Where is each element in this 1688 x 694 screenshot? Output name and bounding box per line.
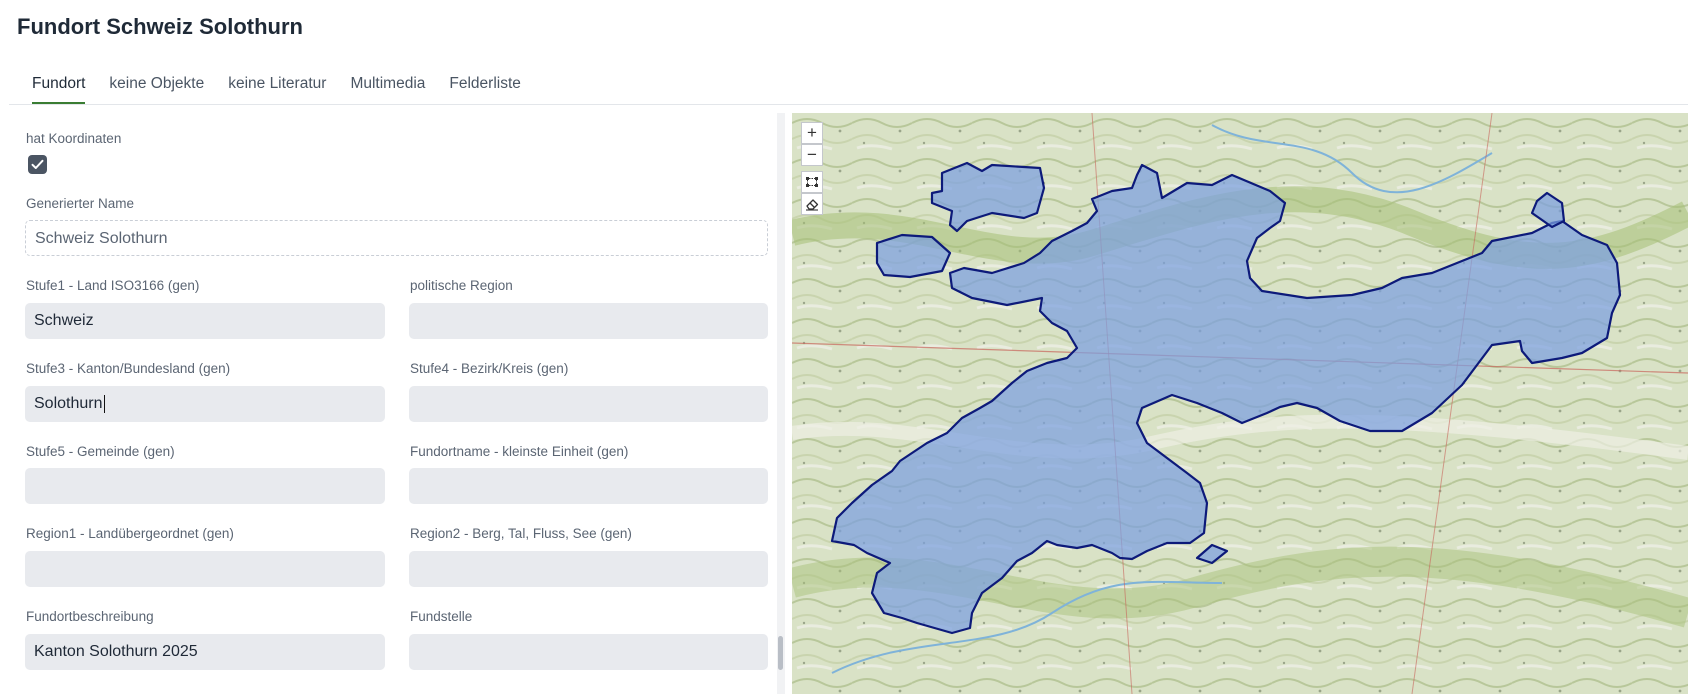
description-field[interactable]: Kanton Solothurn 2025 [25,634,385,670]
description-label: Fundortbeschreibung [26,609,154,624]
tab-multimedia[interactable]: Multimedia [338,66,437,104]
region1-label: Region1 - Landübergeordnet (gen) [26,526,234,541]
eraser-icon [806,198,819,211]
draw-polygon-button[interactable] [801,171,823,193]
tab-literatur[interactable]: keine Literatur [216,66,338,104]
form-scrollbar[interactable] [777,113,785,694]
region2-label: Region2 - Berg, Tal, Fluss, See (gen) [410,526,632,541]
site-name-field[interactable] [409,468,768,504]
level1-field[interactable]: Schweiz [25,303,385,339]
region1-field[interactable] [25,551,385,587]
level1-label: Stufe1 - Land ISO3166 (gen) [26,278,200,293]
has-coordinates-label: hat Koordinaten [26,131,122,146]
generated-name-field: Schweiz Solothurn [25,220,768,256]
site-name-label: Fundortname - kleinste Einheit (gen) [410,444,629,459]
map-view[interactable]: + − [792,113,1688,694]
page-title: Fundort Schweiz Solothurn [17,14,303,39]
level5-field[interactable] [25,468,385,504]
level4-field[interactable] [409,386,768,422]
level5-label: Stufe5 - Gemeinde (gen) [26,444,175,459]
political-region-label: politische Region [410,278,513,293]
erase-button[interactable] [801,193,823,215]
has-coordinates-checkbox[interactable] [28,155,47,174]
tab-felderliste[interactable]: Felderliste [437,66,533,104]
political-region-field[interactable] [409,303,768,339]
zoom-in-button[interactable]: + [801,122,823,144]
fundstelle-label: Fundstelle [410,609,473,624]
checkmark-icon [31,159,44,169]
form-scrollbar-thumb[interactable] [778,636,783,670]
level3-label: Stufe3 - Kanton/Bundesland (gen) [26,361,231,376]
fundstelle-field[interactable] [409,634,768,670]
level4-label: Stufe4 - Bezirk/Kreis (gen) [410,361,569,376]
level3-value: Solothurn [34,395,103,412]
tab-fundort[interactable]: Fundort [20,66,97,104]
level3-field[interactable]: Solothurn [25,386,385,422]
tab-bar: Fundort keine Objekte keine Literatur Mu… [9,66,1688,105]
tab-objekte[interactable]: keine Objekte [97,66,216,104]
topographic-map-background [792,113,1688,694]
draw-polygon-icon [806,177,818,187]
text-cursor [103,394,105,413]
generated-name-label: Generierter Name [26,196,135,211]
zoom-out-button[interactable]: − [801,144,823,166]
region2-field[interactable] [409,551,768,587]
